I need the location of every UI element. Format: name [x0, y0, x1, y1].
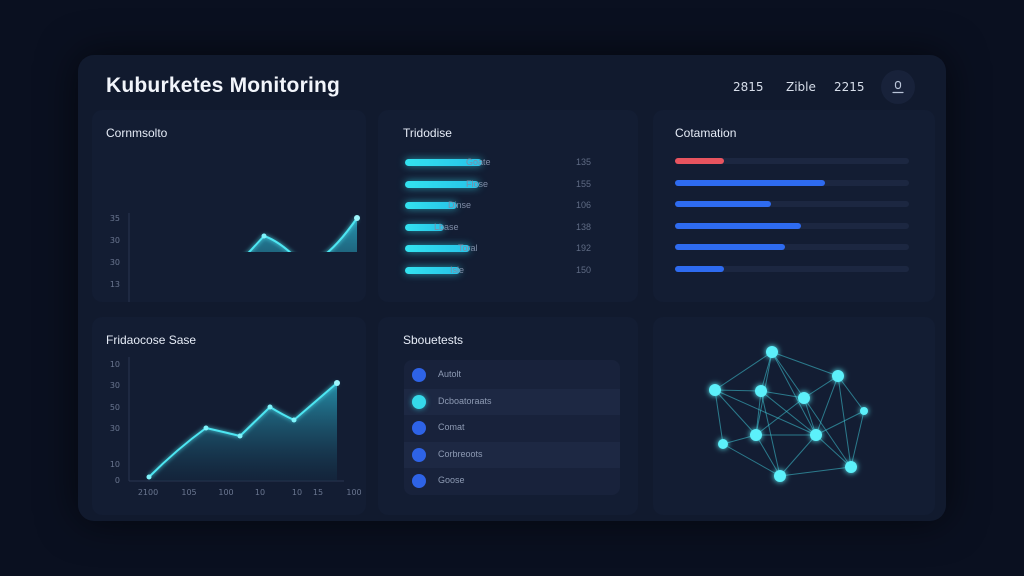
database-panel: Fridaocose Sase 10 30 50 30 10 0 2100 10… [92, 317, 366, 515]
database-x-ticks: 2100 105 100 10 10 15 100 [138, 488, 362, 497]
network-graph [709, 346, 868, 482]
network-node[interactable] [798, 392, 810, 404]
data-point[interactable] [334, 380, 340, 386]
data-point[interactable] [203, 425, 209, 431]
y-tick: 30 [110, 258, 120, 267]
y-tick: 13 [110, 280, 120, 289]
request-item[interactable]: Corbreoots [404, 441, 620, 468]
x-tick: 100 [346, 488, 361, 497]
y-tick: 10 [110, 360, 120, 369]
network-panel [653, 317, 935, 515]
y-tick: 30 [110, 424, 120, 433]
request-item-label: Autolt [438, 369, 462, 379]
automation-bar[interactable] [675, 179, 909, 186]
network-node[interactable] [774, 470, 786, 482]
x-tick: 105 [181, 488, 196, 497]
automation-bar[interactable] [675, 158, 909, 164]
status-dot-icon [412, 368, 426, 382]
network-node[interactable] [860, 407, 868, 415]
header-stat-2: Zible [786, 80, 816, 94]
y-tick: 50 [110, 403, 120, 412]
trend-label: Toral [458, 243, 478, 253]
data-point[interactable] [146, 474, 152, 480]
requests-title: Sbouetests [403, 333, 464, 347]
data-point[interactable] [291, 417, 297, 423]
request-item-label: Dcboatoraats [438, 395, 492, 406]
y-tick: 30 [110, 381, 120, 390]
trend-value: 150 [576, 264, 592, 275]
header-stat-3: 2215 [834, 80, 865, 94]
trend-label: Goate [466, 157, 491, 167]
trends-panel: Tridodise Goate 135 Flose 155 Dinse 106 Lbase 1… [378, 110, 638, 302]
requests-list: Autolt Dcboatoraats Comat Corbreoots Goose [404, 360, 620, 495]
trend-value: 192 [576, 243, 592, 253]
automation-bar[interactable] [675, 222, 909, 229]
database-y-ticks: 10 30 50 30 10 0 [110, 360, 120, 485]
automation-bar-fill [675, 201, 771, 208]
data-point[interactable] [237, 433, 243, 439]
status-dot-icon [412, 474, 426, 488]
trend-value: 138 [576, 221, 592, 232]
request-item[interactable]: Goose [404, 468, 620, 494]
trend-value: 135 [576, 157, 592, 167]
network-node[interactable] [718, 439, 728, 449]
request-item-label: Comat [438, 422, 465, 432]
requests-panel: Sbouetests Autolt Dcboatoraats Comat Corbre… [378, 317, 638, 515]
connections-plot [247, 215, 360, 252]
automation-bar-fill [675, 266, 725, 272]
request-item[interactable]: Comat [404, 415, 620, 441]
user-icon [892, 80, 904, 94]
network-node[interactable] [709, 384, 721, 396]
request-item-label: Goose [438, 475, 465, 485]
trends-title: Tridodise [403, 126, 452, 140]
header-stat-1: 2815 [733, 80, 764, 94]
x-tick: 100 [218, 488, 233, 497]
trend-label: Isle [450, 264, 465, 275]
network-node[interactable] [810, 429, 822, 441]
database-chart: 10 30 50 30 10 0 2100 105 100 10 10 15 1… [110, 357, 362, 497]
automation-bar[interactable] [675, 266, 909, 272]
request-item[interactable]: Autolt [404, 362, 620, 388]
automation-bar-fill [675, 222, 802, 229]
network-node[interactable] [750, 429, 762, 441]
data-point[interactable] [261, 233, 267, 239]
automation-bar[interactable] [675, 201, 909, 208]
automation-bar-fill [675, 179, 825, 186]
request-item-label: Corbreoots [438, 448, 483, 459]
y-tick: 0 [115, 476, 120, 485]
network-node[interactable] [755, 385, 767, 397]
network-node[interactable] [766, 346, 778, 358]
connections-panel: Cornmsolto 35 30 30 13 30 0 [92, 110, 366, 302]
network-node[interactable] [845, 461, 857, 473]
network-node[interactable] [832, 370, 844, 382]
request-item[interactable]: Dcboatoraats [404, 388, 620, 415]
automation-bar[interactable] [675, 244, 909, 251]
status-dot-icon [412, 447, 426, 462]
y-tick: 10 [110, 460, 120, 469]
x-tick: 10 [292, 488, 302, 497]
trend-label: Flose [466, 178, 489, 189]
data-point[interactable] [267, 404, 273, 410]
automation-panel: Cotamation [653, 110, 935, 302]
automation-title: Cotamation [675, 126, 737, 140]
x-tick: 2100 [138, 488, 158, 497]
automation-bar-fill [675, 158, 725, 164]
user-menu-button[interactable] [881, 70, 915, 104]
trend-value: 106 [576, 200, 592, 210]
automation-bar-fill [675, 244, 785, 251]
status-dot-icon [412, 394, 426, 409]
status-dot-icon [412, 421, 426, 435]
trend-value: 155 [576, 178, 592, 189]
data-point[interactable] [354, 215, 360, 221]
dashboard: Kuburketes Monitoring 2815 Zible 2215 Co… [78, 55, 946, 521]
trend-label: Dinse [448, 200, 472, 210]
trend-label: Lbase [434, 221, 459, 232]
x-tick: 10 [255, 488, 265, 497]
x-tick: 15 [313, 488, 323, 497]
